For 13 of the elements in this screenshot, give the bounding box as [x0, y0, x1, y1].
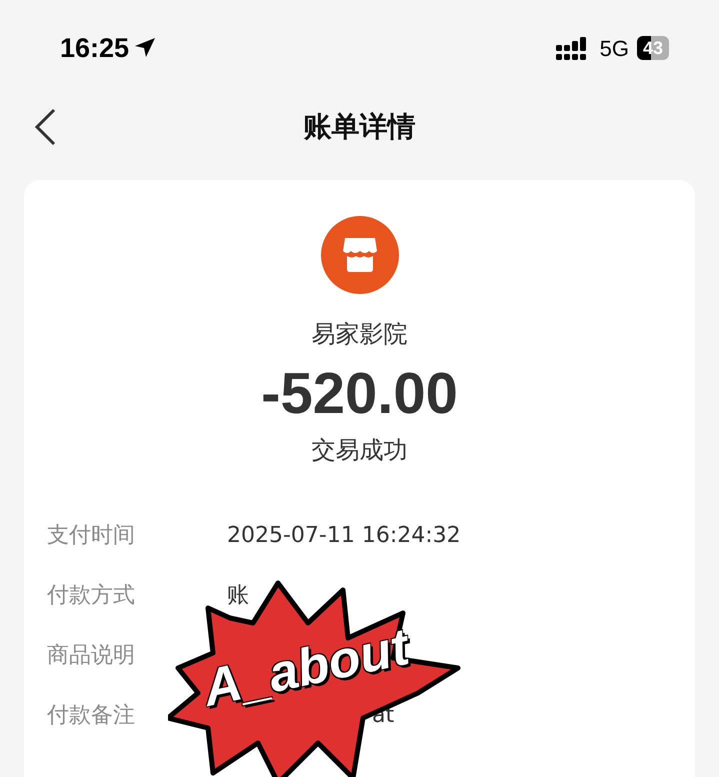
transaction-status: 交易成功: [312, 435, 408, 466]
detail-value: 账: [227, 582, 249, 610]
detail-label: 商品说明: [47, 642, 136, 670]
merchant-name: 易家影院: [312, 319, 408, 350]
store-icon: [320, 216, 398, 294]
clock-time: 16:25: [60, 32, 130, 65]
detail-label: 付款方式: [47, 582, 136, 610]
detail-label: 支付时间: [47, 522, 136, 550]
detail-value: 2025-07-11 16:24:32: [227, 522, 461, 550]
network-label: 5G: [600, 34, 629, 62]
detail-label: 付款备注: [47, 702, 136, 730]
page-title: 账单详情: [304, 109, 416, 145]
amount: -520.00: [261, 360, 458, 428]
